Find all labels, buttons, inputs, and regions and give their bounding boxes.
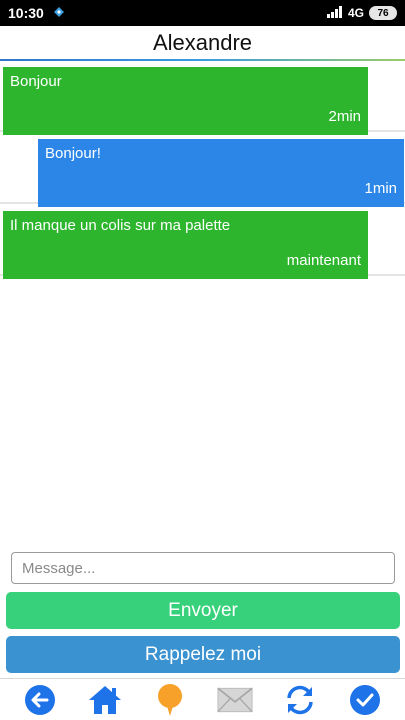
conversation-title: Alexandre (152, 30, 253, 55)
message-time: 2min (328, 108, 361, 125)
incoming-message-bubble: Bonjour 2min (3, 67, 368, 135)
conversation-header: Alexandre (0, 26, 405, 60)
signal-icon (326, 5, 343, 21)
message-time: 1min (364, 180, 397, 197)
home-icon[interactable] (87, 682, 123, 718)
back-arrow-icon[interactable] (22, 682, 58, 718)
check-icon[interactable] (347, 682, 383, 718)
chat-screen: 10:30 4G 76 Alexandre Bonjour 2min Bonjo (0, 0, 405, 720)
message-row: Bonjour! 1min (0, 134, 405, 207)
status-time: 10:30 (8, 5, 44, 21)
outgoing-message-bubble: Bonjour! 1min (38, 139, 404, 207)
refresh-icon[interactable] (282, 682, 318, 718)
message-text: Il manque un colis sur ma palette (10, 217, 231, 234)
message-row: Bonjour 2min (0, 62, 405, 135)
header-divider (0, 59, 405, 61)
message-time: maintenant (286, 252, 361, 269)
battery-indicator: 76 (369, 6, 397, 20)
chat-bubble-icon[interactable] (152, 682, 188, 718)
incoming-message-bubble: Il manque un colis sur ma palette mainte… (3, 211, 368, 279)
app-notification-icon (52, 5, 66, 22)
message-list: Bonjour 2min Bonjour! 1min Il manque un … (0, 62, 405, 279)
send-button[interactable]: Envoyer (6, 592, 400, 629)
callback-button[interactable]: Rappelez moi (6, 636, 400, 673)
network-type: 4G (347, 6, 364, 20)
message-input[interactable] (11, 552, 395, 584)
mail-icon[interactable] (217, 682, 253, 718)
message-text: Bonjour! (45, 145, 101, 162)
message-row: Il manque un colis sur ma palette mainte… (0, 206, 405, 279)
message-input-wrapper (11, 552, 395, 584)
message-text: Bonjour (10, 73, 62, 90)
bottom-navigation (0, 678, 405, 720)
status-bar: 10:30 4G 76 (0, 0, 405, 26)
